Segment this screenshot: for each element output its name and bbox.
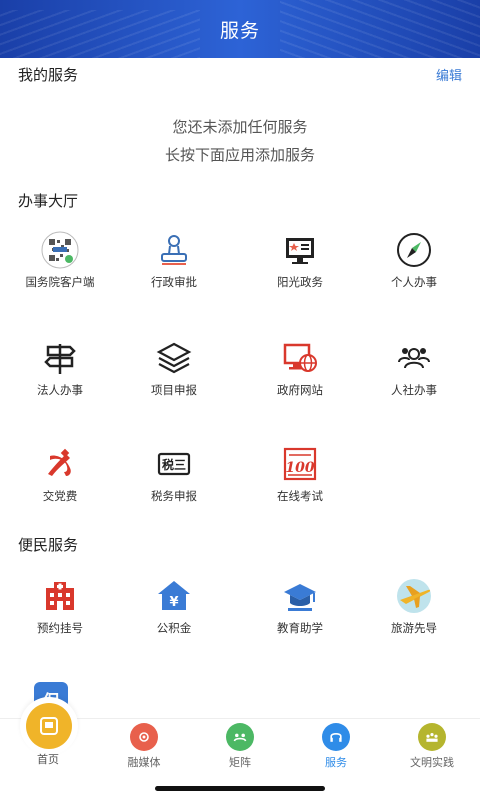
qr-code-icon <box>38 228 82 272</box>
service-label: 人社办事 <box>391 383 437 397</box>
service-item-personal-affairs[interactable]: 个人办事 <box>354 228 474 308</box>
nav-label: 融媒体 <box>127 756 161 769</box>
nav-home[interactable]: 首页 <box>0 697 96 779</box>
service-item-sunshine-gov[interactable]: 阳光政务 <box>240 228 360 308</box>
nav-service[interactable]: 服务 <box>288 719 384 779</box>
top-bar: 服务 <box>0 0 480 58</box>
service-item-education-aid[interactable]: 教育助学 <box>240 574 360 654</box>
house-fund-icon: ¥ <box>152 574 196 618</box>
service-item-housing-fund[interactable]: ¥ 公积金 <box>114 574 234 654</box>
service-label: 预约挂号 <box>37 621 83 635</box>
service-item-party-fee[interactable]: 交党费 <box>0 442 120 522</box>
service-item-appointment[interactable]: 预约挂号 <box>0 574 120 654</box>
hall-section-title: 办事大厅 <box>18 192 79 210</box>
service-item-project-declaration[interactable]: 项目申报 <box>114 336 234 416</box>
svg-text:¥: ¥ <box>169 595 178 610</box>
service-item-social-security[interactable]: 人社办事 <box>354 336 474 416</box>
airplane-icon <box>392 574 436 618</box>
nav-label: 首页 <box>37 753 59 766</box>
service-label: 国务院客户端 <box>25 275 95 289</box>
service-item-legal-person[interactable]: 法人办事 <box>0 336 120 416</box>
graduation-cap-icon <box>278 574 322 618</box>
media-icon <box>130 723 158 751</box>
hospital-icon <box>38 574 82 618</box>
service-item-tax-declaration[interactable]: 税三 税务申报 <box>114 442 234 522</box>
tax-icon: 税三 <box>152 442 196 486</box>
service-label: 教育助学 <box>277 621 323 635</box>
service-label: 个人办事 <box>391 275 437 289</box>
service-item-online-exam[interactable]: 100 在线考试 <box>240 442 360 522</box>
people-icon <box>392 336 436 380</box>
convenience-section-title: 便民服务 <box>18 536 79 554</box>
svg-text:100: 100 <box>285 460 314 476</box>
my-services-header: 我的服务 编辑 <box>18 62 462 86</box>
svg-text:税三: 税三 <box>162 457 186 472</box>
stamp-icon <box>152 228 196 272</box>
service-label: 政府网站 <box>277 383 323 397</box>
empty-hint-line1: 您还未添加任何服务 <box>172 118 308 136</box>
service-label: 行政审批 <box>151 275 197 289</box>
matrix-icon <box>226 723 254 751</box>
home-indicator[interactable] <box>155 786 325 791</box>
nav-media[interactable]: 融媒体 <box>96 719 192 779</box>
nav-matrix[interactable]: 矩阵 <box>192 719 288 779</box>
service-item-state-council-app[interactable]: 国务院客户端 <box>0 228 120 308</box>
nav-label: 服务 <box>325 756 347 769</box>
service-label: 法人办事 <box>37 383 83 397</box>
service-item-admin-approval[interactable]: 行政审批 <box>114 228 234 308</box>
service-label: 阳光政务 <box>277 275 323 289</box>
edit-button[interactable]: 编辑 <box>436 65 462 84</box>
exam-100-icon: 100 <box>278 442 322 486</box>
compass-icon <box>392 228 436 272</box>
service-label: 项目申报 <box>151 383 197 397</box>
web-monitor-icon <box>278 336 322 380</box>
page-title: 服务 <box>219 19 260 42</box>
my-services-title: 我的服务 <box>18 65 79 84</box>
service-label: 公积金 <box>156 621 192 635</box>
empty-hint-line2: 长按下面应用添加服务 <box>164 146 315 164</box>
signpost-icon <box>38 336 82 380</box>
nav-label: 文明实践 <box>410 756 454 769</box>
service-label: 交党费 <box>42 489 78 503</box>
layers-icon <box>152 336 196 380</box>
nav-civilization[interactable]: 文明实践 <box>384 719 480 779</box>
service-item-travel-guide[interactable]: 旅游先导 <box>354 574 474 654</box>
monitor-icon <box>278 228 322 272</box>
party-emblem-icon <box>38 442 82 486</box>
service-label: 旅游先导 <box>391 621 437 635</box>
service-label: 税务申报 <box>151 489 197 503</box>
service-icon <box>322 723 350 751</box>
service-label: 在线考试 <box>277 489 323 503</box>
civilization-icon <box>418 723 446 751</box>
service-item-gov-website[interactable]: 政府网站 <box>240 336 360 416</box>
nav-label: 矩阵 <box>229 756 251 769</box>
home-icon <box>26 703 72 749</box>
